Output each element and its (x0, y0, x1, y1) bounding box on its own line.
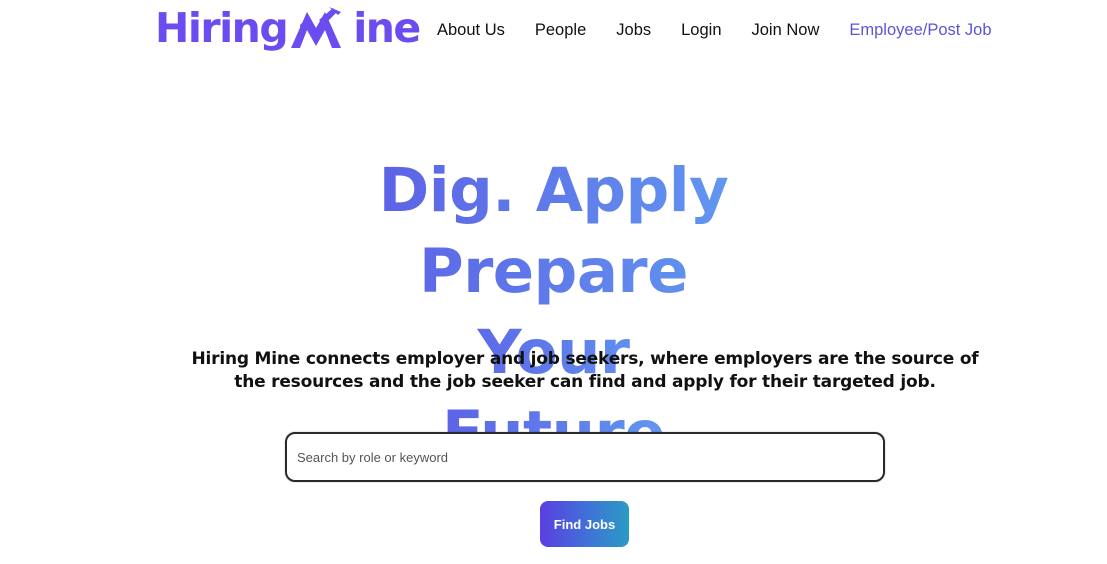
logo-text-right: ine (353, 4, 421, 52)
nav-jobs[interactable]: Jobs (616, 19, 651, 41)
search-box (285, 432, 885, 482)
search-input[interactable] (287, 434, 883, 480)
main-nav: About Us People Jobs Login Join Now Empl… (437, 19, 992, 41)
hero-title: Dig. Apply Prepare Your Future (0, 150, 1107, 474)
logo[interactable]: Hiring ine (155, 2, 421, 54)
hero-subtitle: Hiring Mine connects employer and job se… (191, 349, 979, 392)
page: Hiring ine About Us People Jobs Login Jo… (0, 0, 1107, 564)
nav-login[interactable]: Login (681, 19, 721, 41)
nav-employee-post-job[interactable]: Employee/Post Job (849, 19, 991, 41)
logo-text-left: Hiring (155, 4, 289, 52)
site-header: Hiring ine About Us People Jobs Login Jo… (0, 0, 1107, 60)
hero-title-line-1: Dig. Apply Prepare (254, 150, 854, 312)
nav-people[interactable]: People (535, 19, 586, 41)
mountain-pickaxe-m-icon (289, 6, 355, 50)
nav-join-now[interactable]: Join Now (752, 19, 820, 41)
find-jobs-button[interactable]: Find Jobs (540, 501, 629, 547)
nav-about-us[interactable]: About Us (437, 19, 505, 41)
